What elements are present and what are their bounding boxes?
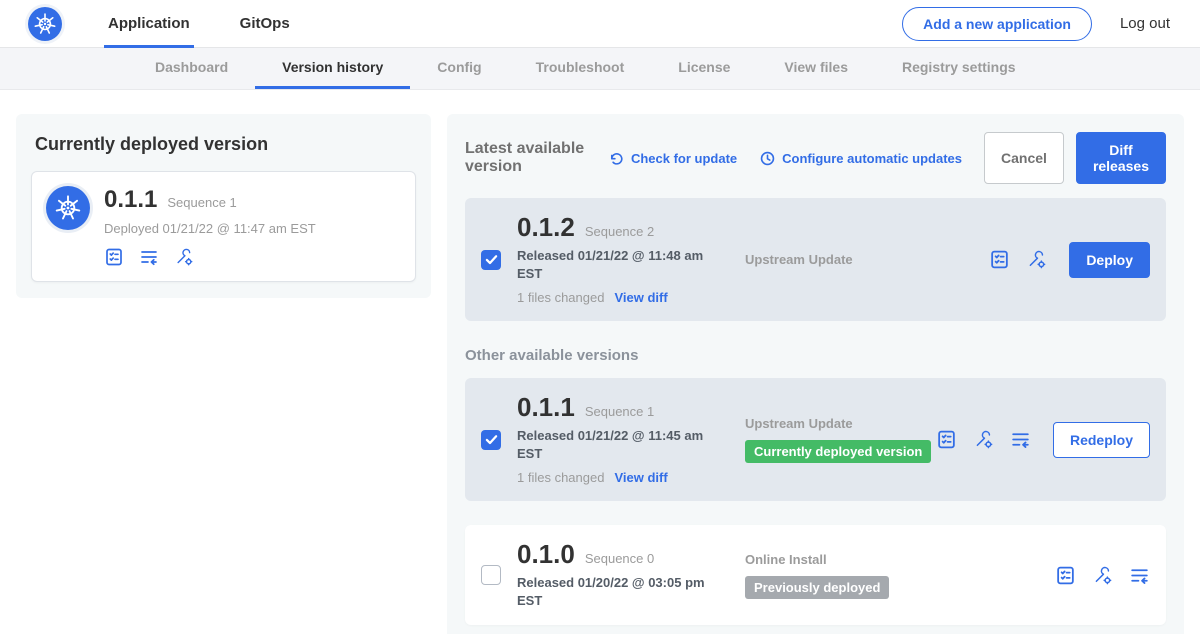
other-versions-title: Other available versions xyxy=(465,347,1166,364)
latest-version-header: Latest available version Check for updat… xyxy=(465,132,1166,184)
available-versions-card: Latest available version Check for updat… xyxy=(447,114,1184,634)
check-for-update-label: Check for update xyxy=(631,151,737,166)
release-notes-icon[interactable] xyxy=(1055,565,1076,586)
logout-button[interactable]: Log out xyxy=(1120,15,1170,32)
version-number: 0.1.2 xyxy=(517,214,575,240)
top-bar: Application GitOps Add a new application… xyxy=(0,0,1200,48)
refresh-icon xyxy=(608,150,625,167)
subnav-tab-dashboard[interactable]: Dashboard xyxy=(128,48,255,89)
version-source: Online Install Previously deployed xyxy=(745,552,935,599)
subnav-tab-troubleshoot[interactable]: Troubleshoot xyxy=(509,48,652,89)
cancel-button[interactable]: Cancel xyxy=(984,132,1064,184)
config-icon[interactable] xyxy=(973,429,994,450)
diff-releases-button[interactable]: Diff releases xyxy=(1076,132,1166,184)
version-source: Upstream Update Currently deployed versi… xyxy=(745,416,935,463)
previously-deployed-badge: Previously deployed xyxy=(745,576,889,599)
view-diff-link[interactable]: View diff xyxy=(614,290,667,305)
deployed-timestamp: Deployed 01/21/22 @ 11:47 am EST xyxy=(104,221,316,236)
check-for-update-link[interactable]: Check for update xyxy=(608,150,737,167)
version-source: Upstream Update xyxy=(745,252,935,267)
version-checkbox[interactable] xyxy=(481,250,501,270)
subnav-tab-config-label: Config xyxy=(437,59,481,75)
logs-icon[interactable] xyxy=(1129,565,1150,586)
version-row-0-1-0: 0.1.0 Sequence 0 Released 01/20/22 @ 03:… xyxy=(465,525,1166,625)
deployed-version-number: 0.1.1 xyxy=(104,186,157,214)
subnav-tab-license-label: License xyxy=(678,59,730,75)
version-checkbox[interactable] xyxy=(481,565,501,585)
version-sequence: Sequence 2 xyxy=(585,224,654,239)
row-actions: Redeploy xyxy=(936,422,1150,458)
release-notes-icon[interactable] xyxy=(104,247,124,267)
currently-deployed-title: Currently deployed version xyxy=(35,134,412,155)
release-notes-icon[interactable] xyxy=(989,249,1010,270)
configure-automatic-updates-label: Configure automatic updates xyxy=(782,151,962,166)
version-row-0-1-2: 0.1.2 Sequence 2 Released 01/21/22 @ 11:… xyxy=(465,198,1166,321)
currently-deployed-card: Currently deployed version 0.1.1 Sequenc… xyxy=(16,114,431,298)
logs-icon[interactable] xyxy=(1010,429,1031,450)
released-timestamp: Released 01/20/22 @ 03:05 pm EST xyxy=(517,574,715,609)
subnav-tab-config[interactable]: Config xyxy=(410,48,508,89)
released-timestamp: Released 01/21/22 @ 11:48 am EST xyxy=(517,247,715,282)
add-new-application-button[interactable]: Add a new application xyxy=(902,7,1092,41)
subnav-tab-view-files-label: View files xyxy=(784,59,848,75)
main-content: Currently deployed version 0.1.1 Sequenc… xyxy=(0,90,1200,634)
configure-automatic-updates-link[interactable]: Configure automatic updates xyxy=(759,150,962,167)
version-row-0-1-1: 0.1.1 Sequence 1 Released 01/21/22 @ 11:… xyxy=(465,378,1166,501)
version-number: 0.1.0 xyxy=(517,541,575,567)
deployed-version-detail: 0.1.1 Sequence 1 Deployed 01/21/22 @ 11:… xyxy=(31,171,416,282)
subnav-tab-dashboard-label: Dashboard xyxy=(155,59,228,75)
kubernetes-logo-icon xyxy=(28,7,62,41)
tab-gitops[interactable]: GitOps xyxy=(236,0,294,48)
version-info: 0.1.2 Sequence 2 Released 01/21/22 @ 11:… xyxy=(517,214,717,305)
app-logo-icon xyxy=(46,186,90,230)
config-icon[interactable] xyxy=(174,247,194,267)
released-timestamp: Released 01/21/22 @ 11:45 am EST xyxy=(517,427,715,462)
version-info: 0.1.0 Sequence 0 Released 01/20/22 @ 03:… xyxy=(517,541,717,609)
version-sequence: Sequence 1 xyxy=(585,404,654,419)
deployed-version-info: 0.1.1 Sequence 1 Deployed 01/21/22 @ 11:… xyxy=(104,186,316,267)
subnav-tab-registry-settings[interactable]: Registry settings xyxy=(875,48,1043,89)
view-diff-link[interactable]: View diff xyxy=(614,470,667,485)
tab-gitops-label: GitOps xyxy=(240,15,290,32)
source-label: Upstream Update xyxy=(745,416,935,431)
subnav-tab-version-history[interactable]: Version history xyxy=(255,48,410,89)
config-icon[interactable] xyxy=(1026,249,1047,270)
subnav-tab-license[interactable]: License xyxy=(651,48,757,89)
subnav-tab-view-files[interactable]: View files xyxy=(757,48,875,89)
files-changed-label: 1 files changed xyxy=(517,470,604,485)
tab-application-label: Application xyxy=(108,15,190,32)
row-actions: Deploy xyxy=(989,242,1150,278)
clock-icon xyxy=(759,150,776,167)
version-number: 0.1.1 xyxy=(517,394,575,420)
deployed-version-sequence: Sequence 1 xyxy=(167,195,236,210)
subnav-tab-registry-settings-label: Registry settings xyxy=(902,59,1016,75)
logs-icon[interactable] xyxy=(139,247,159,267)
tab-application[interactable]: Application xyxy=(104,0,194,48)
config-icon[interactable] xyxy=(1092,565,1113,586)
version-checkbox[interactable] xyxy=(481,430,501,450)
files-changed-label: 1 files changed xyxy=(517,290,604,305)
row-actions xyxy=(1055,565,1150,586)
version-info: 0.1.1 Sequence 1 Released 01/21/22 @ 11:… xyxy=(517,394,717,485)
currently-deployed-badge: Currently deployed version xyxy=(745,440,931,463)
release-notes-icon[interactable] xyxy=(936,429,957,450)
source-label: Online Install xyxy=(745,552,935,567)
version-sequence: Sequence 0 xyxy=(585,551,654,566)
redeploy-button[interactable]: Redeploy xyxy=(1053,422,1150,458)
deploy-button[interactable]: Deploy xyxy=(1069,242,1150,278)
header-actions: Cancel Diff releases xyxy=(984,132,1166,184)
subnav-tab-version-history-label: Version history xyxy=(282,59,383,75)
subnav-tab-troubleshoot-label: Troubleshoot xyxy=(536,59,625,75)
latest-version-title: Latest available version xyxy=(465,140,592,176)
app-subnav: Dashboard Version history Config Trouble… xyxy=(0,48,1200,90)
source-label: Upstream Update xyxy=(745,252,935,267)
